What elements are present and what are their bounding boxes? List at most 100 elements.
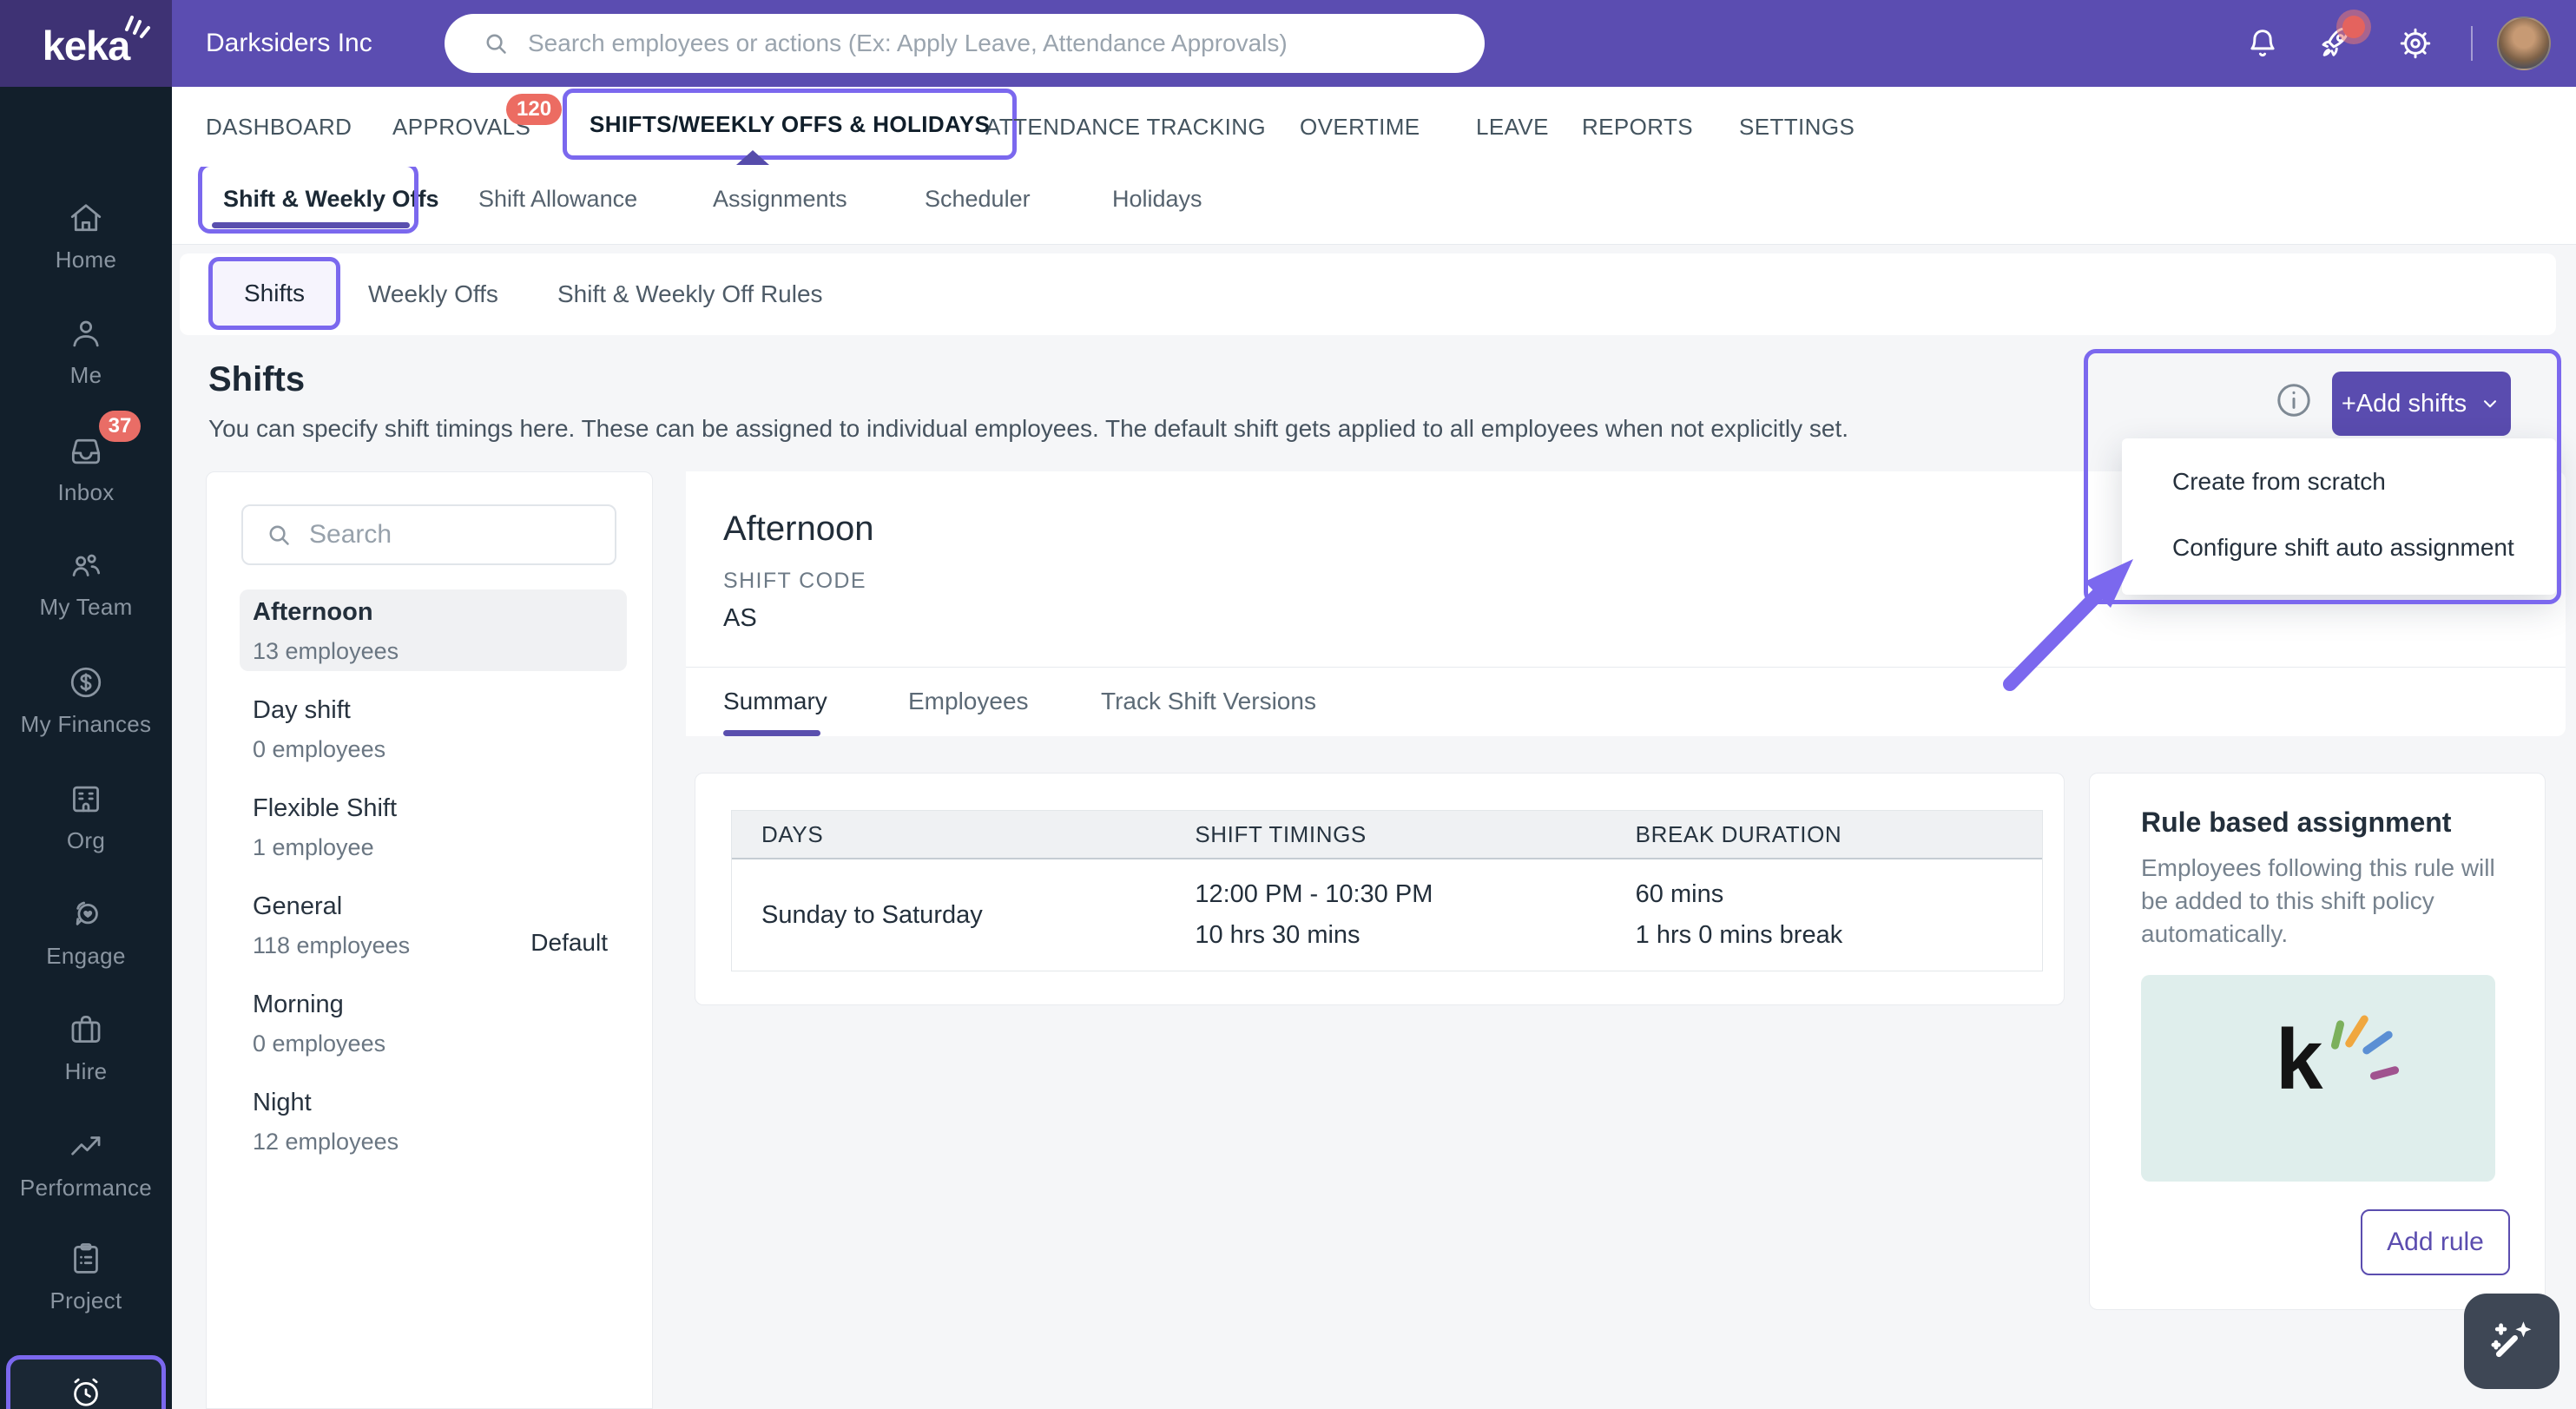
alarm-clock-icon: [74, 1378, 98, 1406]
shift-list-item-afternoon[interactable]: Afternoon 13 employees: [240, 589, 627, 671]
tab-weekly-offs[interactable]: Weekly Offs: [368, 253, 498, 335]
detail-tab-track-shift-versions[interactable]: Track Shift Versions: [1101, 667, 1316, 736]
col-header-break-duration: BREAK DURATION: [1635, 820, 1842, 847]
module-nav: DASHBOARD APPROVALS 120 SHIFTS/WEEKLY OF…: [172, 87, 2576, 167]
nav-tab-dashboard[interactable]: DASHBOARD: [206, 87, 352, 167]
trend-up-icon: [71, 1136, 101, 1156]
sidebar-item-performance[interactable]: Performance: [0, 1127, 172, 1202]
page-title: Shifts: [208, 360, 306, 398]
sidebar-item-home[interactable]: Home: [0, 199, 172, 273]
cell-break-detail: 1 hrs 0 mins break: [1635, 921, 1843, 949]
building-icon: [73, 786, 99, 813]
nav-tab-attendance-tracking[interactable]: ATTENDANCE TRACKING: [985, 87, 1266, 167]
assistant-fab[interactable]: [2464, 1294, 2560, 1389]
clipboard-icon: [74, 1243, 98, 1274]
cell-timing-duration: 10 hrs 30 mins: [1195, 921, 1360, 949]
keka-spark-magenta: [2368, 1065, 2401, 1081]
menu-item-create-from-scratch[interactable]: Create from scratch: [2122, 449, 2556, 515]
detail-tab-summary[interactable]: Summary: [723, 667, 827, 736]
add-rule-button[interactable]: Add rule: [2361, 1209, 2510, 1275]
tab-shift-weekly-off-rules[interactable]: Shift & Weekly Off Rules: [557, 253, 823, 335]
subnav-shift-weekly-offs[interactable]: Shift & Weekly Offs: [223, 167, 439, 231]
detail-tab-active-underline: [723, 730, 820, 736]
sidebar: Home Me 37 Inbox My Team My Finances Org: [0, 87, 172, 1409]
shift-list-item-flexible-shift[interactable]: Flexible Shift 1 employee: [240, 786, 627, 867]
sidebar-item-inbox[interactable]: 37 Inbox: [0, 411, 172, 506]
subnav-assignments[interactable]: Assignments: [713, 167, 847, 231]
search-icon: [486, 34, 506, 54]
table-header-row: DAYS SHIFT TIMINGS BREAK DURATION: [732, 811, 2042, 859]
shifts-tabstrip: Shifts Weekly Offs Shift & Weekly Off Ru…: [180, 253, 2556, 335]
subnav-shift-allowance[interactable]: Shift Allowance: [478, 167, 637, 231]
user-avatar[interactable]: [2497, 16, 2551, 70]
team-icon: [72, 554, 101, 576]
inbox-badge: 37: [99, 411, 141, 442]
nav-tab-shifts-weekly-offs-holidays[interactable]: SHIFTS/WEEKLY OFFS & HOLIDAYS: [563, 89, 1018, 160]
add-shifts-button[interactable]: +Add shifts: [2332, 372, 2511, 436]
app-window: keka Darksiders Inc Search employees or …: [0, 0, 2576, 1409]
keka-logo-text: keka: [42, 22, 131, 69]
sidebar-item-engage[interactable]: Engage: [0, 895, 172, 970]
rocket-notification-dot: [2342, 16, 2365, 38]
nav-tab-reports[interactable]: REPORTS: [1582, 87, 1693, 167]
cell-break-minutes: 60 mins: [1635, 880, 1724, 908]
sidebar-item-time-attend[interactable]: Time Attend: [6, 1355, 166, 1409]
shift-list-item-night[interactable]: Night 12 employees: [240, 1080, 627, 1162]
magic-wand-icon: [2491, 1321, 2532, 1358]
shift-summary-card: DAYS SHIFT TIMINGS BREAK DURATION Sunday…: [695, 773, 2065, 1005]
keka-illustration: k: [2141, 975, 2495, 1182]
table-row: Sunday to Saturday 12:00 PM - 10:30 PM 1…: [732, 859, 2042, 971]
keka-spark-green: [2330, 1019, 2345, 1050]
add-shifts-dropdown: Create from scratch Configure shift auto…: [2122, 438, 2556, 595]
subnav-holidays[interactable]: Holidays: [1112, 167, 1202, 231]
settings-gear-icon[interactable]: [2396, 24, 2434, 63]
sidebar-item-my-finances[interactable]: My Finances: [0, 663, 172, 738]
nav-tab-settings[interactable]: SETTINGS: [1739, 87, 1855, 167]
shifts-subnav: Shift & Weekly Offs Shift Allowance Assi…: [172, 162, 2576, 245]
approvals-count-badge: 120: [506, 94, 563, 125]
shift-code-label: SHIFT CODE: [723, 569, 866, 593]
sidebar-item-org[interactable]: Org: [0, 780, 172, 854]
shift-code-value: AS: [723, 604, 757, 632]
keka-spark-orange: [2343, 1013, 2370, 1050]
global-search-input[interactable]: [528, 30, 1440, 57]
topbar-divider: [2471, 26, 2473, 61]
shift-list-item-day-shift[interactable]: Day shift 0 employees: [240, 688, 627, 769]
shift-list-item-morning[interactable]: Morning 0 employees: [240, 982, 627, 1063]
shift-search-input[interactable]: [309, 520, 587, 550]
engage-chat-heart-icon: [76, 901, 98, 925]
keka-logo-sparks-icon: [125, 16, 150, 38]
global-search[interactable]: [445, 14, 1485, 73]
sidebar-item-me[interactable]: Me: [0, 314, 172, 389]
rule-based-assignment-panel: Rule based assignment Employees followin…: [2089, 773, 2546, 1310]
col-header-shift-timings: SHIFT TIMINGS: [1195, 820, 1367, 847]
sidebar-item-hire[interactable]: Hire: [0, 1011, 172, 1085]
cell-timing-range: 12:00 PM - 10:30 PM: [1195, 880, 1433, 908]
briefcase-icon: [71, 1015, 101, 1043]
nav-tab-leave[interactable]: LEAVE: [1476, 87, 1549, 167]
company-name: Darksiders Inc: [206, 29, 372, 57]
subnav-active-underline: [212, 222, 410, 228]
person-icon: [73, 320, 99, 347]
sidebar-item-project[interactable]: Project: [0, 1240, 172, 1314]
subnav-scheduler[interactable]: Scheduler: [925, 167, 1031, 231]
topbar: keka Darksiders Inc: [0, 0, 2576, 87]
sidebar-item-my-team[interactable]: My Team: [0, 546, 172, 621]
keka-spark-blue: [2361, 1029, 2395, 1057]
nav-tab-overtime[interactable]: OVERTIME: [1300, 87, 1420, 167]
shift-list-panel: Afternoon 13 employees Day shift 0 emplo…: [206, 471, 653, 1409]
whats-new-rocket-icon[interactable]: [2316, 16, 2365, 63]
keka-logo[interactable]: keka: [0, 0, 172, 87]
notifications-bell-icon[interactable]: [2243, 24, 2282, 63]
nav-tab-approvals[interactable]: APPROVALS 120: [392, 87, 563, 167]
detail-tab-employees[interactable]: Employees: [908, 667, 1029, 736]
col-header-days: DAYS: [761, 820, 824, 847]
shift-search[interactable]: [241, 504, 616, 565]
chevron-down-icon: [2484, 400, 2497, 408]
menu-item-configure-shift-auto-assignment[interactable]: Configure shift auto assignment: [2122, 515, 2556, 581]
tab-shifts[interactable]: Shifts: [208, 257, 340, 330]
shift-list-item-general[interactable]: General 118 employees Default: [240, 884, 627, 965]
shift-name-heading: Afternoon: [723, 510, 874, 548]
info-icon[interactable]: [2273, 379, 2315, 421]
keka-k-mark: k: [2276, 1011, 2323, 1107]
